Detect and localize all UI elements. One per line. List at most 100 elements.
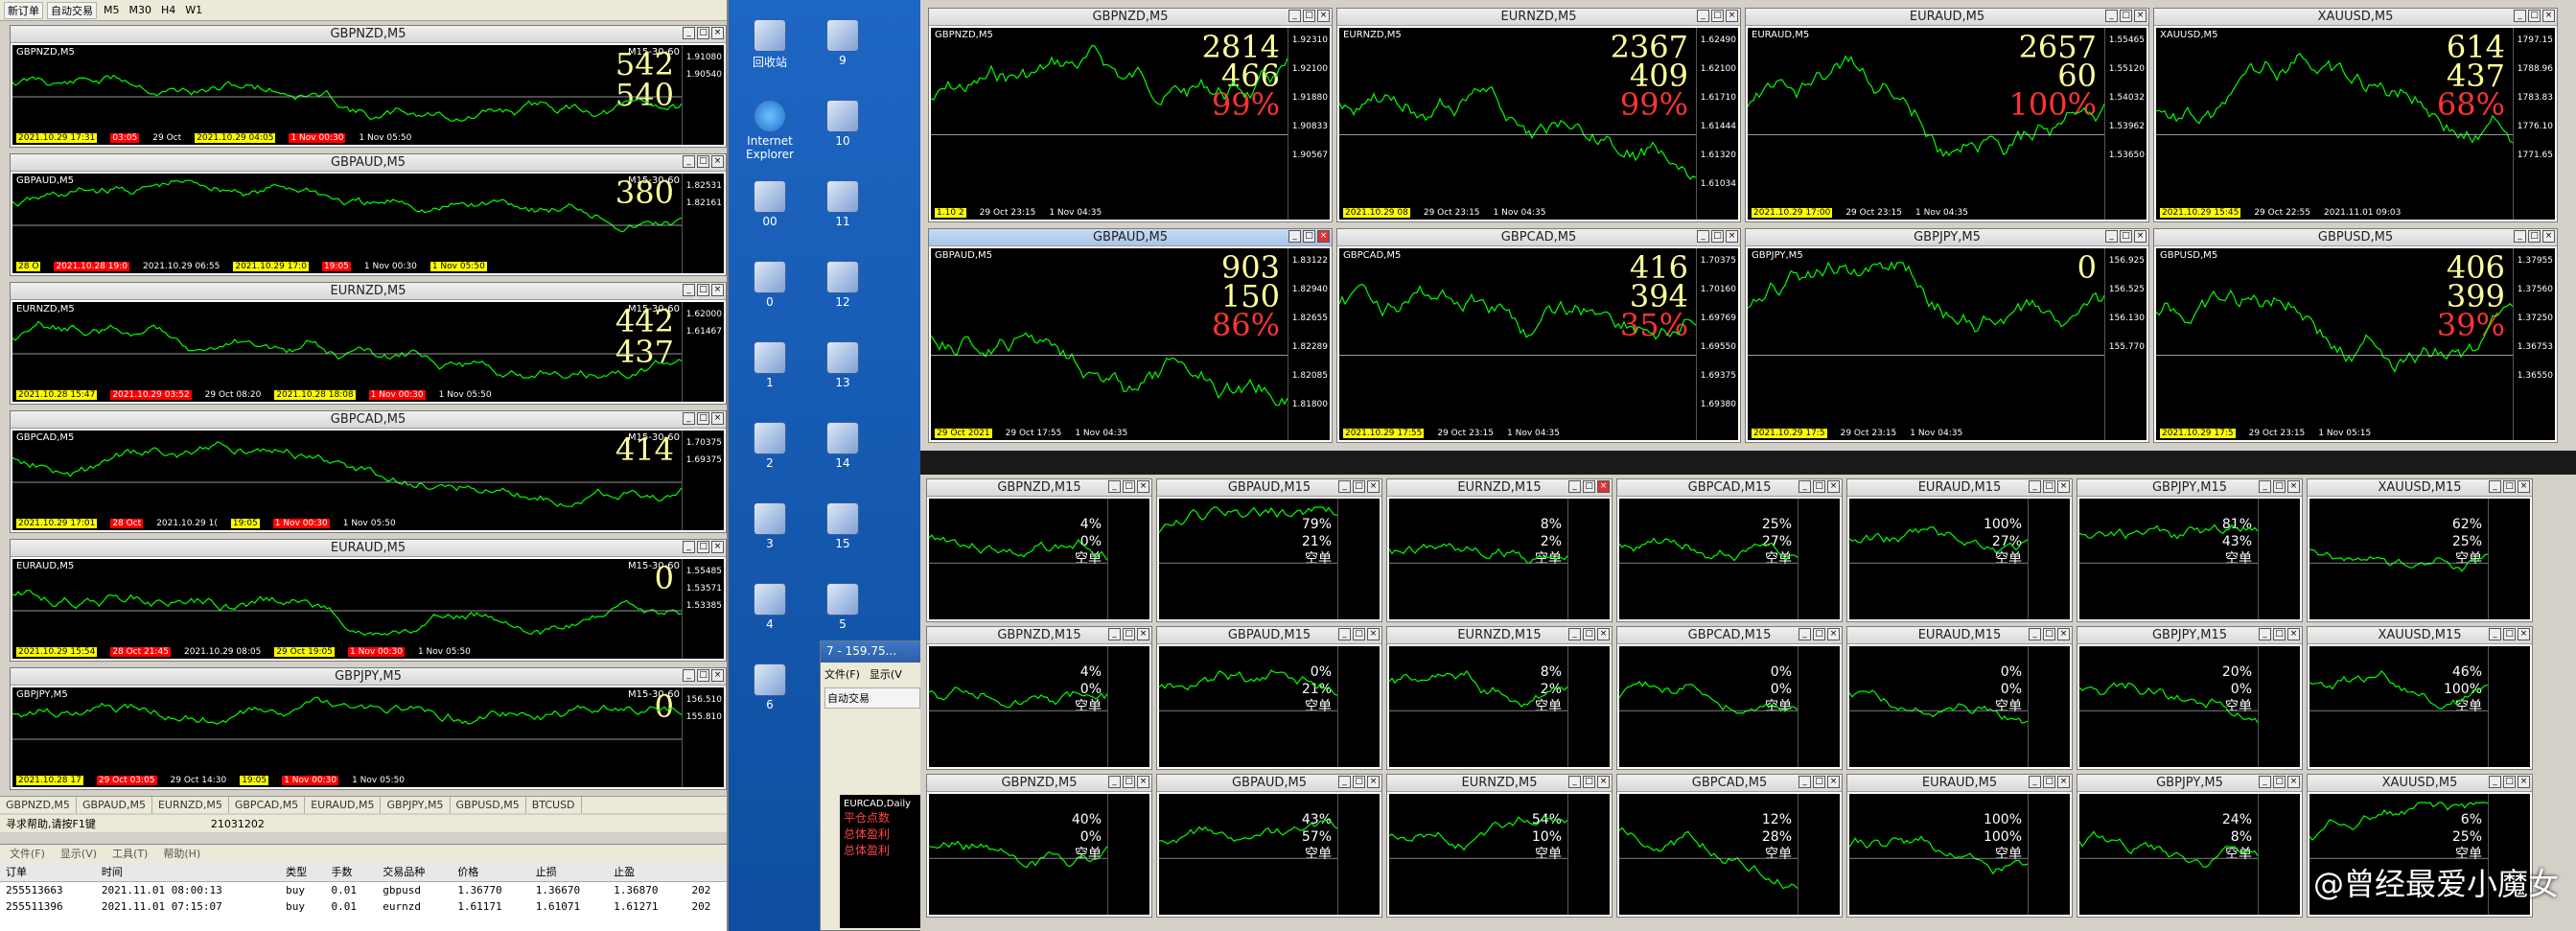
minimize-icon[interactable]: _	[2105, 230, 2118, 243]
desktop-shortcut[interactable]: 2	[736, 422, 803, 470]
desktop-shortcut[interactable]: 10	[809, 100, 876, 148]
maximize-icon[interactable]: □	[2503, 776, 2516, 788]
maximize-icon[interactable]: □	[2273, 628, 2286, 640]
close-icon[interactable]: ×	[2542, 230, 2555, 243]
desktop-shortcut[interactable]: 00	[736, 180, 803, 228]
chart-title[interactable]: EURNZD,M5 _ □ ×	[11, 283, 726, 300]
column-header[interactable]: 订单	[0, 862, 96, 882]
chart-title[interactable]: GBPNZD,M5 _ □ ×	[929, 9, 1332, 26]
new-order-button[interactable]: 新订单	[4, 1, 43, 19]
maximize-icon[interactable]: □	[1353, 776, 1365, 788]
maximize-icon[interactable]: □	[1353, 480, 1365, 493]
chart-canvas[interactable]: GBPCAD,M5 416 394 35% 1.70375 1.70160 1.69769 1…	[1339, 248, 1738, 440]
tf-m30[interactable]: M30	[127, 4, 155, 16]
chart-title[interactable]: GBPAUD,M5 _ □ ×	[929, 229, 1332, 246]
chart-canvas[interactable]: 46% 100% 空单	[2309, 646, 2530, 767]
minimize-icon[interactable]: _	[2514, 10, 2526, 22]
minimize-icon[interactable]: _	[1338, 628, 1351, 640]
column-header[interactable]: 交易品种	[377, 862, 453, 882]
desktop-shortcut[interactable]: 12	[809, 261, 876, 309]
chart-tab[interactable]: BTCUSD	[526, 797, 582, 813]
terminal-menu-item[interactable]: 显示(V)	[60, 846, 97, 861]
chart-window[interactable]: GBPNZD,M5 _ □ × GBPNZD,M5 M15-30-60 542 540 1.91…	[10, 25, 727, 148]
close-icon[interactable]: ×	[2057, 628, 2070, 640]
maximize-icon[interactable]: □	[1583, 776, 1595, 788]
maximize-icon[interactable]: □	[2043, 776, 2055, 788]
column-header[interactable]: 止损	[529, 862, 609, 882]
chart-canvas[interactable]: 24% 8% 空单	[2079, 794, 2300, 915]
maximize-icon[interactable]: □	[697, 541, 709, 553]
desktop-shortcut[interactable]: 11	[809, 180, 876, 228]
minimize-icon[interactable]: _	[1799, 480, 1811, 493]
maximize-icon[interactable]: □	[2528, 10, 2541, 22]
chart-window[interactable]: GBPAUD,M5 _ □ × 43% 57% 空单	[1156, 774, 1382, 918]
chart-tab[interactable]: GBPCAD,M5	[229, 797, 306, 813]
desktop-shortcut[interactable]: 0	[736, 261, 803, 309]
desktop-shortcut[interactable]: 9	[809, 19, 876, 67]
tf-h4[interactable]: H4	[158, 4, 178, 16]
close-icon[interactable]: ×	[2542, 10, 2555, 22]
chart-tab[interactable]: GBPJPY,M5	[381, 797, 451, 813]
minimize-icon[interactable]: _	[2489, 776, 2501, 788]
chart-canvas[interactable]: 25% 27% 空单	[1619, 499, 1840, 619]
chart-canvas[interactable]: GBPJPY,M5 M15-30-60 0 156.510 155.810 2021.10…	[12, 687, 724, 787]
chart-title[interactable]: EURAUD,M5 _ □ ×	[11, 540, 726, 557]
maximize-icon[interactable]: □	[1123, 628, 1135, 640]
close-icon[interactable]: ×	[2518, 628, 2530, 640]
chart-window[interactable]: GBPCAD,M5 _ □ × 12% 28% 空单	[1616, 774, 1843, 918]
chart-canvas[interactable]: 81% 43% 空单	[2079, 499, 2300, 619]
chart-window[interactable]: GBPNZD,M5 _ □ × 40% 0% 空单	[926, 774, 1152, 918]
minimize-icon[interactable]: _	[2259, 776, 2271, 788]
minimize-icon[interactable]: _	[1108, 776, 1121, 788]
chart-title[interactable]: GBPCAD,M5 _ □ ×	[11, 411, 726, 429]
chart-title[interactable]: XAUUSD,M15 _ □ ×	[2308, 627, 2532, 644]
maximize-icon[interactable]: □	[2120, 10, 2132, 22]
chart-window[interactable]: EURAUD,M5 _ □ × 100% 100% 空单	[1846, 774, 2073, 918]
maximize-icon[interactable]: □	[1813, 776, 1825, 788]
terminal-menu-item[interactable]: 工具(T)	[112, 846, 148, 861]
chart-canvas[interactable]: 79% 21% 空单	[1159, 499, 1380, 619]
minimize-icon[interactable]: _	[2489, 628, 2501, 640]
close-icon[interactable]: ×	[2518, 776, 2530, 788]
maximize-icon[interactable]: □	[1813, 628, 1825, 640]
chart-canvas[interactable]: GBPCAD,M5 M15-30-60 414 1.70375 1.69375 2021.…	[12, 431, 724, 530]
mini-window-title[interactable]: 7 - 159.75...	[821, 641, 924, 663]
maximize-icon[interactable]: □	[1303, 230, 1315, 243]
chart-title[interactable]: EURAUD,M5 _ □ ×	[1746, 9, 2148, 26]
close-icon[interactable]: ×	[1597, 628, 1610, 640]
close-icon[interactable]: ×	[1367, 480, 1380, 493]
maximize-icon[interactable]: □	[1813, 480, 1825, 493]
chart-canvas[interactable]: GBPUSD,M5 406 399 39% 1.37955 1.37560 1.37250 1…	[2156, 248, 2555, 440]
chart-window[interactable]: EURNZD,M5 _ □ × EURNZD,M5 M15-30-60 442 437 1.62…	[10, 282, 727, 405]
minimize-icon[interactable]: _	[2029, 628, 2041, 640]
mini-menu-file[interactable]: 文件(F)	[824, 666, 860, 682]
chart-canvas[interactable]: GBPJPY,M5 0 156.925 156.525 156.130 155.770 20…	[1748, 248, 2147, 440]
chart-canvas[interactable]: 12% 28% 空单	[1619, 794, 1840, 915]
chart-canvas[interactable]: 40% 0% 空单	[929, 794, 1149, 915]
desktop-shortcut[interactable]: 13	[809, 341, 876, 389]
chart-title[interactable]: GBPCAD,M15 _ □ ×	[1617, 479, 1842, 497]
chart-window[interactable]: EURAUD,M5 _ □ × EURAUD,M5 2657 60 100% 1.55465 1.…	[1745, 8, 2149, 222]
minimize-icon[interactable]: _	[683, 541, 695, 553]
minimize-icon[interactable]: _	[1108, 480, 1121, 493]
maximize-icon[interactable]: □	[1711, 10, 1724, 22]
maximize-icon[interactable]: □	[2120, 230, 2132, 243]
desktop-shortcut[interactable]: Internet Explorer	[736, 100, 803, 161]
desktop-shortcut[interactable]: 4	[736, 583, 803, 631]
close-icon[interactable]: ×	[2057, 776, 2070, 788]
maximize-icon[interactable]: □	[2273, 480, 2286, 493]
chart-window[interactable]: GBPJPY,M5 _ □ × GBPJPY,M5 M15-30-60 0 156.510 15…	[10, 667, 727, 790]
desktop-shortcut[interactable]: 1	[736, 341, 803, 389]
chart-title[interactable]: EURAUD,M15 _ □ ×	[1847, 479, 2072, 497]
desktop-shortcut[interactable]: 3	[736, 502, 803, 550]
minimize-icon[interactable]: _	[1568, 480, 1581, 493]
close-icon[interactable]: ×	[2134, 10, 2147, 22]
minimize-icon[interactable]: _	[1799, 628, 1811, 640]
chart-title[interactable]: GBPJPY,M15 _ □ ×	[2077, 479, 2302, 497]
close-icon[interactable]: ×	[2287, 480, 2300, 493]
tf-w1[interactable]: W1	[182, 4, 205, 16]
chart-canvas[interactable]: EURNZD,M5 2367 409 99% 1.62490 1.62100 1.61710…	[1339, 28, 1738, 220]
mini-auto-trade-button[interactable]: 自动交易	[824, 687, 920, 709]
maximize-icon[interactable]: □	[1123, 480, 1135, 493]
minimize-icon[interactable]: _	[1338, 480, 1351, 493]
